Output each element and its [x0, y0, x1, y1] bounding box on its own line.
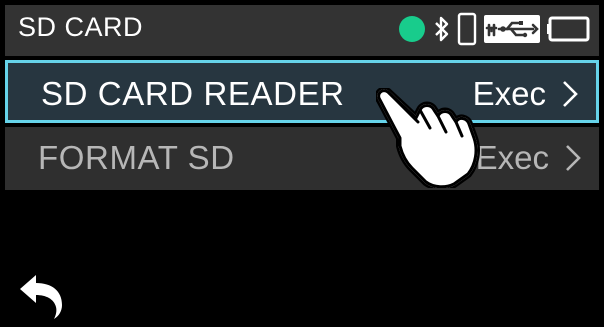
title-bar: SD CARD — [5, 5, 599, 56]
page-title: SD CARD — [18, 12, 144, 42]
menu-item-sd-card-reader[interactable]: SD CARD READER Exec — [5, 60, 599, 123]
status-bar — [397, 12, 591, 51]
menu-item-label: FORMAT SD — [38, 139, 235, 176]
battery-icon — [547, 14, 591, 49]
usb-icon — [483, 14, 541, 49]
status-dot-icon — [397, 14, 427, 49]
menu-item-label: SD CARD READER — [41, 75, 345, 112]
chevron-right-icon — [563, 81, 578, 107]
bluetooth-icon — [433, 14, 451, 49]
action-label: Exec — [475, 139, 549, 176]
back-arrow-icon — [20, 275, 62, 319]
device-screen: SD CARD SD CARD READER Exec FORMAT SD Ex… — [0, 0, 604, 327]
back-button[interactable] — [16, 271, 70, 326]
tapping-hand-icon — [374, 86, 486, 193]
menu-item-format-sd[interactable]: FORMAT SD Exec — [5, 127, 599, 190]
phone-icon — [457, 12, 477, 51]
menu-item-action: Exec — [476, 139, 581, 177]
chevron-right-icon — [566, 145, 581, 171]
menu-item-action: Exec — [473, 75, 578, 113]
